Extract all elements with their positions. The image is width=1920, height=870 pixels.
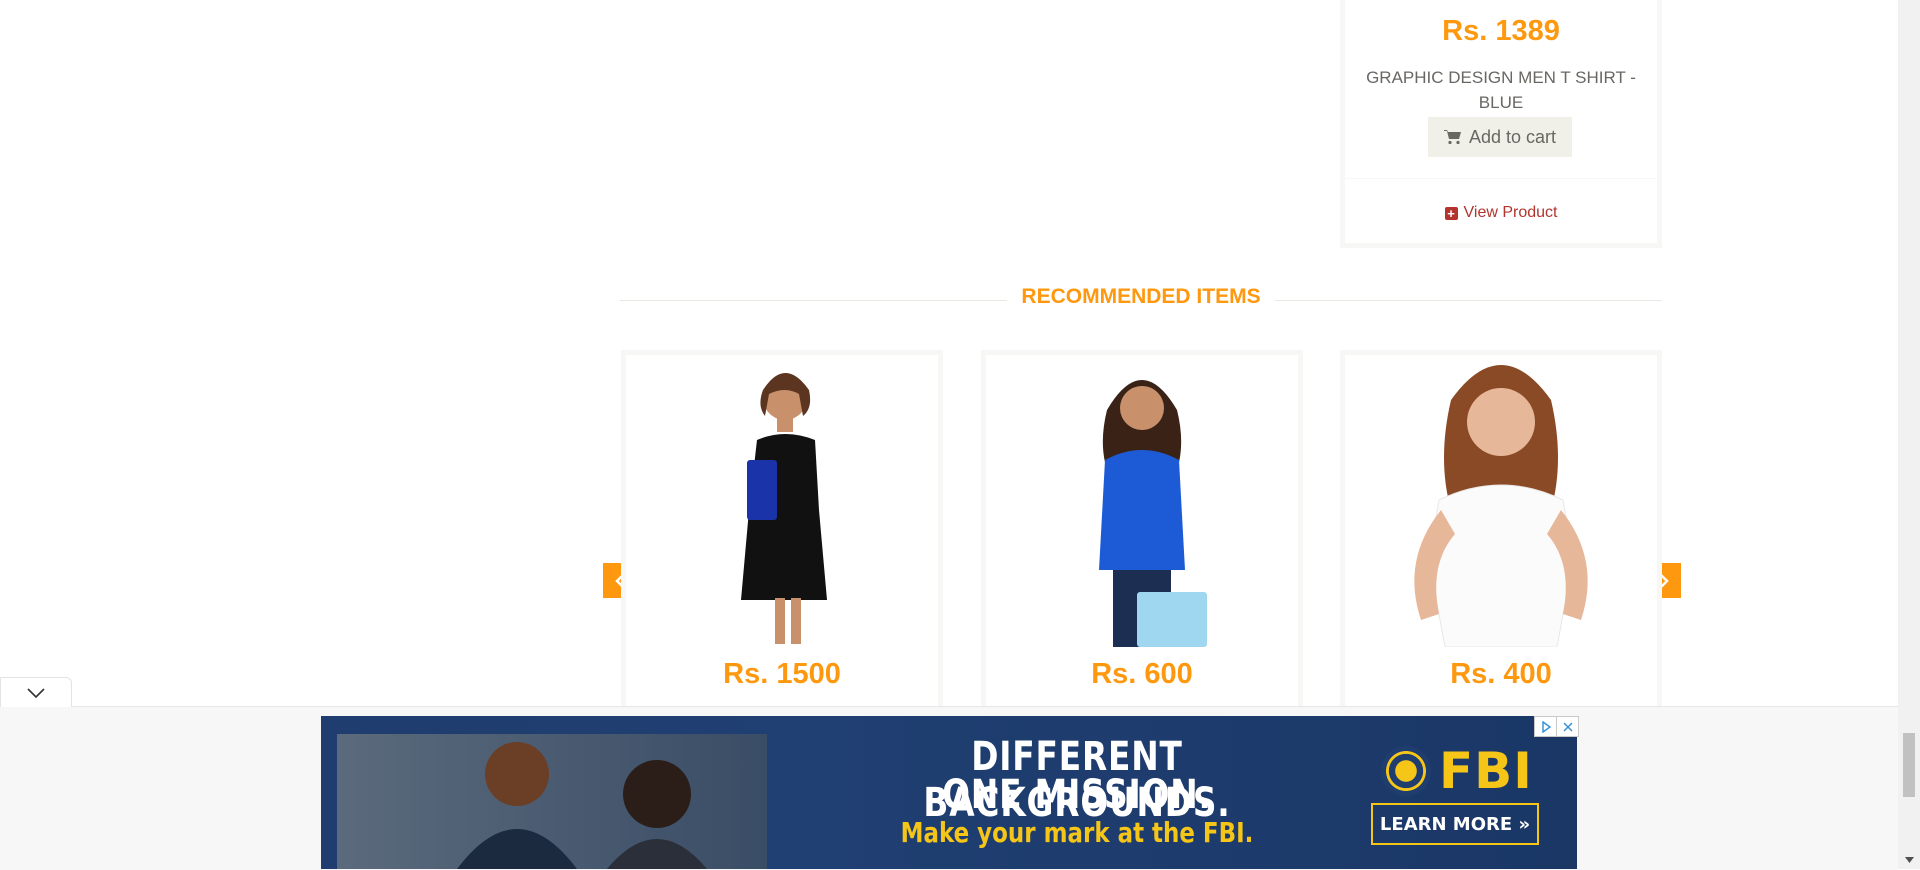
product-image[interactable] [1350, 360, 1652, 647]
item-price: Rs. 600 [1091, 658, 1193, 690]
woman-blue-top-image [1099, 380, 1207, 647]
product-price: Rs. 1389 [1442, 15, 1560, 47]
recommended-items-heading: RECOMMENDED ITEMS [0, 285, 1920, 309]
ad-close-button[interactable] [1556, 716, 1579, 737]
fbi-seal-icon [1381, 746, 1431, 796]
learn-more-button[interactable]: LEARN MORE » [1371, 803, 1539, 845]
recommended-item-card: Rs. 600 [981, 350, 1303, 720]
ad-choices-button[interactable] [1534, 716, 1557, 737]
page-scrollbar[interactable] [1898, 0, 1920, 869]
woman-white-tshirt-image [1414, 365, 1588, 647]
ad-subline: Make your mark at the FBI. [900, 816, 1254, 849]
ad-choices-icon [1541, 720, 1551, 733]
shopping-cart-icon [1443, 130, 1461, 145]
view-product-label: View Product [1463, 204, 1558, 221]
add-to-cart-button[interactable]: Add to cart [1428, 117, 1572, 157]
plus-square-icon: + [1444, 206, 1458, 220]
scroll-down-button[interactable] [1898, 850, 1920, 869]
triangle-down-icon [1904, 856, 1914, 863]
recommended-item-card: Rs. 1500 [621, 350, 943, 720]
product-card: Rs. 1389 GRAPHIC DESIGN MEN T SHIRT - BL… [1340, 0, 1662, 248]
ad-collapse-tab[interactable] [0, 677, 72, 707]
ad-headline-2: ONE MISSION. [942, 772, 1212, 818]
fbi-brand-text: FBI [1439, 742, 1533, 800]
section-title-text: RECOMMENDED ITEMS [1007, 285, 1275, 308]
view-product-link[interactable]: + View Product [1345, 204, 1657, 222]
close-icon [1563, 722, 1572, 731]
add-to-cart-label: Add to cart [1468, 126, 1557, 147]
woman-black-dress-image [741, 373, 827, 644]
ad-people-illustration [457, 742, 707, 869]
fbi-logo: FBI [1381, 742, 1533, 800]
scrollbar-thumb[interactable] [1903, 733, 1915, 797]
card-divider [1345, 178, 1657, 179]
fbi-ad-banner[interactable]: DIFFERENT BACKGROUNDS. ONE MISSION. Make… [321, 716, 1577, 869]
product-name: GRAPHIC DESIGN MEN T SHIRT - BLUE [1366, 68, 1636, 112]
product-image[interactable] [631, 360, 933, 647]
recommended-item-card: Rs. 400 [1340, 350, 1662, 720]
ad-photo [337, 734, 767, 869]
item-price: Rs. 1500 [723, 658, 841, 690]
product-image[interactable] [991, 360, 1293, 647]
item-price: Rs. 400 [1450, 658, 1552, 690]
chevron-down-icon [27, 687, 45, 698]
